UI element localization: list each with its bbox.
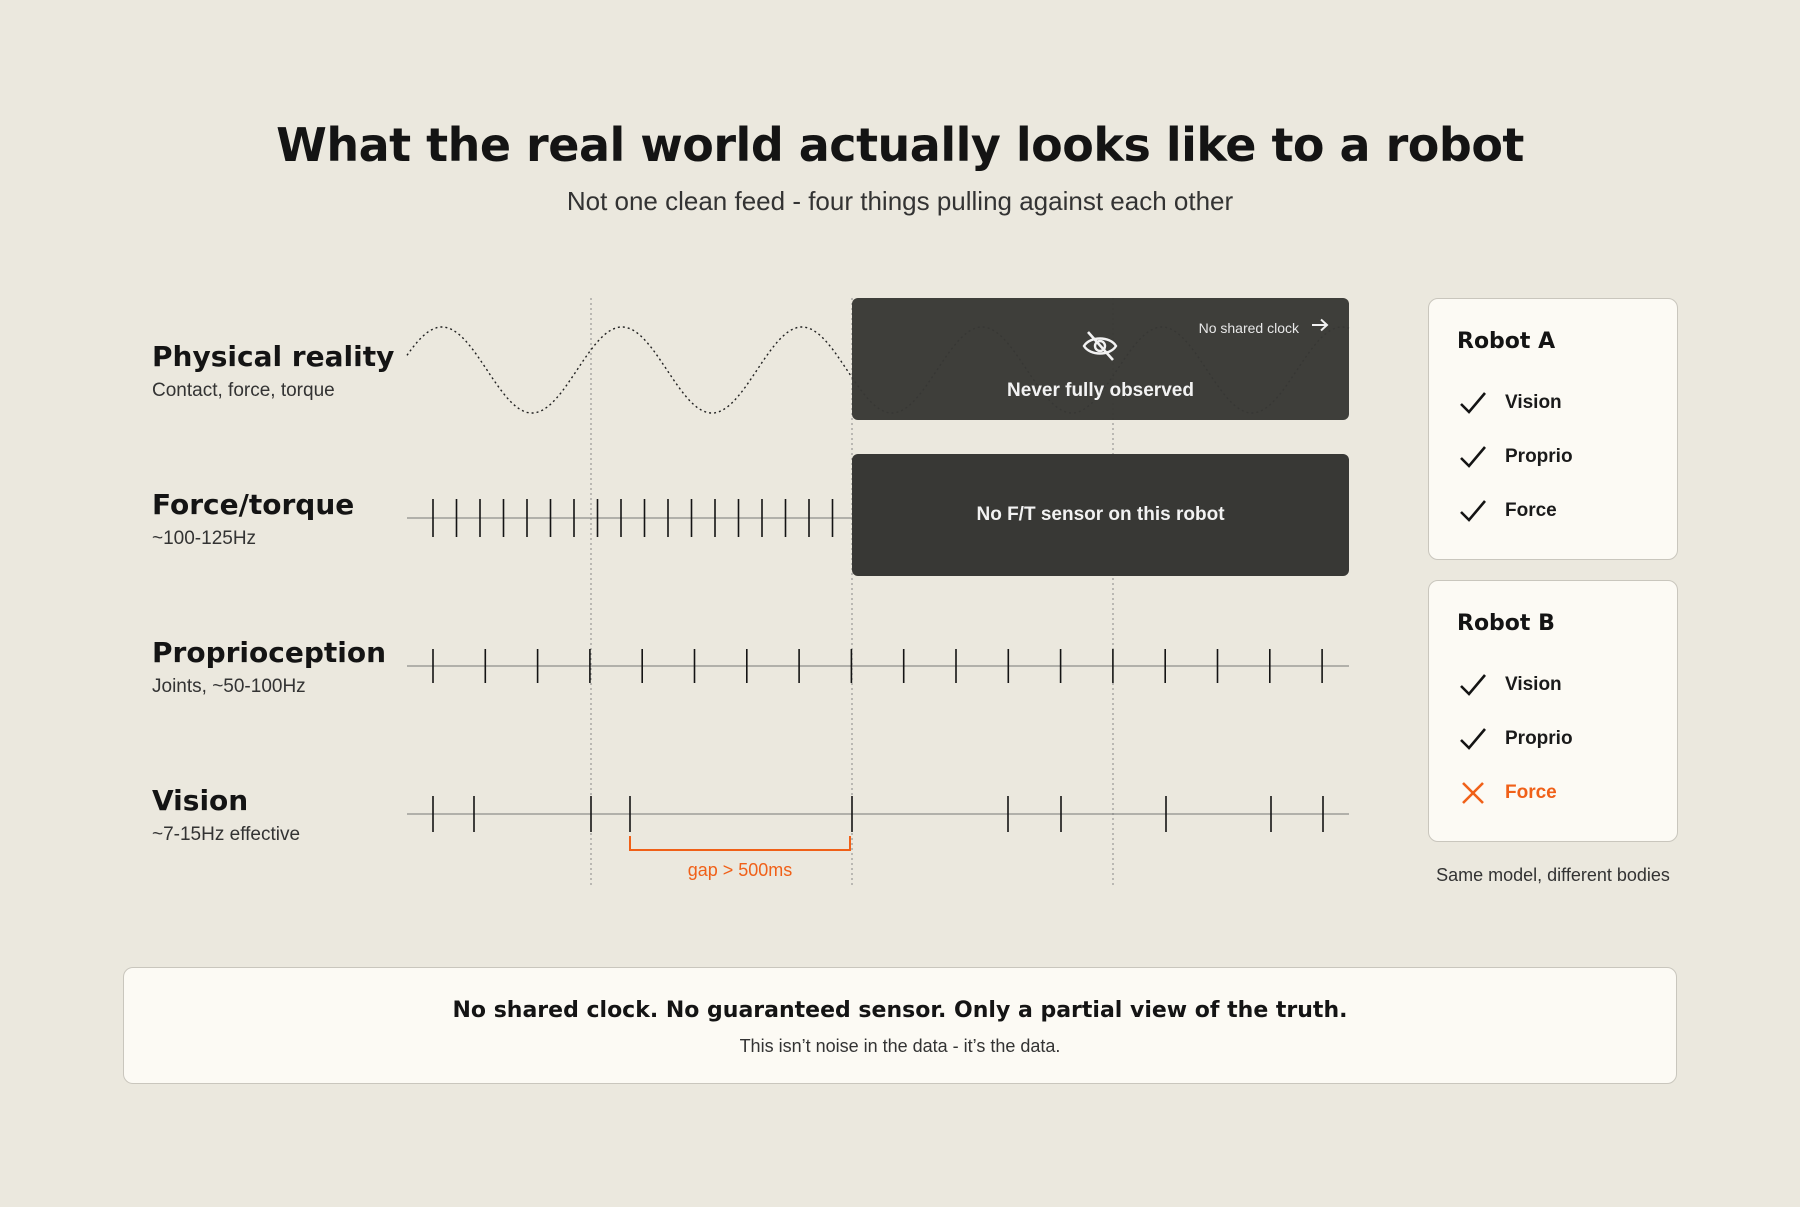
row-desc: ~7-15Hz effective — [152, 824, 301, 845]
row-proprioception: Proprioception Joints, ~50-100Hz — [152, 636, 386, 698]
row-name: Proprioception — [152, 636, 387, 669]
robot-item-label: Vision — [1505, 392, 1562, 413]
row-vision: Vision ~7-15Hz effective — [152, 784, 300, 846]
row-force-torque: Force/torque ~100-125Hz — [152, 488, 354, 550]
row-desc: Contact, force, torque — [152, 380, 335, 401]
footer-headline: No shared clock. No guaranteed sensor. O… — [452, 998, 1348, 1023]
robot-item-label: Proprio — [1505, 728, 1573, 749]
never-observed-overlay: No shared clock Never fully observed — [852, 298, 1349, 420]
robot-item-label: Force — [1505, 782, 1557, 803]
footer-callout: No shared clock. No guaranteed sensor. O… — [123, 967, 1677, 1084]
check-icon — [1460, 728, 1486, 750]
row-desc: Joints, ~50-100Hz — [152, 676, 306, 697]
row-name: Physical reality — [152, 340, 395, 373]
robot-a-card: Robot A Vision Proprio Force — [1428, 298, 1678, 560]
no-ft-sensor-text: No F/T sensor on this robot — [976, 504, 1225, 525]
robot-title: Robot A — [1457, 329, 1556, 354]
footer-subtext: This isn’t noise in the data - it’s the … — [739, 1036, 1061, 1056]
row-name: Force/torque — [152, 488, 355, 521]
check-icon — [1460, 500, 1486, 522]
gap-bracket — [629, 836, 851, 851]
robot-item-force: Force — [1459, 779, 1659, 807]
row-desc: ~100-125Hz — [152, 528, 257, 549]
robot-item-vision: Vision — [1459, 389, 1659, 417]
robot-item-label: Vision — [1505, 674, 1562, 695]
no-ft-sensor-overlay: No F/T sensor on this robot — [852, 454, 1349, 576]
no-shared-clock-label: No shared clock — [1198, 320, 1299, 336]
robot-item-vision: Vision — [1459, 671, 1659, 699]
robot-item-label: Force — [1505, 500, 1557, 521]
robots-caption: Same model, different bodies — [1436, 865, 1670, 885]
robot-item-proprio: Proprio — [1459, 443, 1659, 471]
eye-off-icon — [1082, 331, 1118, 361]
row-physical-reality: Physical reality Contact, force, torque — [152, 340, 394, 402]
never-observed-text: Never fully observed — [1007, 380, 1194, 401]
check-icon — [1460, 674, 1486, 696]
check-icon — [1460, 446, 1486, 468]
gap-label: gap > 500ms — [687, 860, 793, 880]
row-name: Vision — [152, 784, 249, 817]
robot-item-proprio: Proprio — [1459, 725, 1659, 753]
check-icon — [1460, 392, 1486, 414]
x-icon — [1462, 782, 1484, 804]
robot-item-force: Force — [1459, 497, 1659, 525]
robot-b-card: Robot B Vision Proprio Force — [1428, 580, 1678, 842]
robot-item-label: Proprio — [1505, 446, 1573, 467]
robot-title: Robot B — [1457, 611, 1555, 636]
arrow-right-icon — [1312, 318, 1329, 332]
